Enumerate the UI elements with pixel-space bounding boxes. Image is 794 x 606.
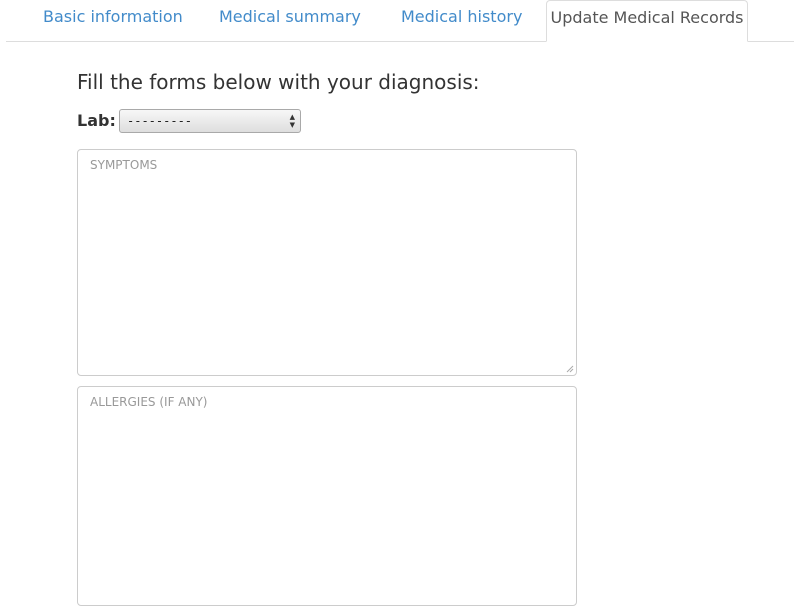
lab-label: Lab: — [77, 111, 116, 130]
tab-medical-summary[interactable]: Medical summary — [219, 0, 361, 41]
symptoms-placeholder: SYMPTOMS — [90, 158, 158, 172]
allergies-textarea[interactable]: ALLERGIES (IF ANY) — [77, 386, 577, 606]
tab-update-medical-records[interactable]: Update Medical Records — [546, 0, 748, 42]
lab-select-value: --------- — [127, 114, 193, 128]
allergies-placeholder: ALLERGIES (IF ANY) — [90, 395, 208, 409]
tab-medical-history[interactable]: Medical history — [401, 0, 522, 41]
lab-select[interactable]: --------- ▲ ▼ — [119, 109, 301, 133]
resize-grip-icon[interactable] — [566, 365, 574, 373]
select-arrows-icon: ▲ ▼ — [289, 113, 295, 129]
tab-bar: Basic information Medical summary Medica… — [6, 0, 794, 42]
symptoms-textarea[interactable]: SYMPTOMS — [77, 149, 577, 376]
tab-basic-information[interactable]: Basic information — [43, 0, 183, 41]
form-heading: Fill the forms below with your diagnosis… — [77, 70, 480, 94]
